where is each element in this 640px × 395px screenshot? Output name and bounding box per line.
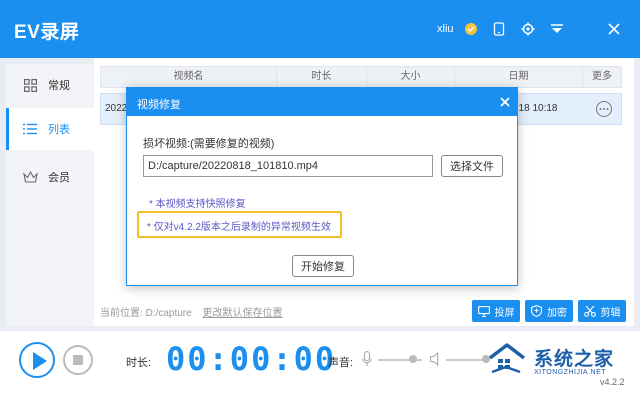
path-label: 当前位置:	[100, 308, 143, 319]
vip-coin-icon[interactable]	[461, 19, 481, 39]
watermark: 系统之家 XITONGZHIJIA.NET	[480, 336, 640, 386]
sidebar-item-member[interactable]: 会员	[6, 156, 94, 198]
dialog-header: 视频修复	[127, 88, 517, 116]
choose-file-button[interactable]: 选择文件	[441, 155, 503, 177]
dialog-title: 视频修复	[137, 99, 181, 111]
column-header-more: 更多	[592, 71, 612, 82]
microphone-volume-knob[interactable]	[409, 355, 417, 363]
share-screen-label: 投屏	[494, 307, 515, 319]
title-bar: EV录屏 xliu	[0, 0, 640, 58]
sidebar-item-general[interactable]: 常规	[6, 64, 94, 106]
microphone-icon[interactable]	[362, 351, 372, 367]
sidebar-item-label: 常规	[48, 80, 70, 92]
change-save-path-link[interactable]: 更改默认保存位置	[202, 308, 282, 319]
grid-icon	[22, 77, 38, 93]
dialog-close-icon[interactable]	[497, 94, 513, 110]
list-icon	[22, 121, 38, 137]
watermark-subtitle: XITONGZHIJIA.NET	[534, 369, 607, 376]
app-title: EV录屏	[14, 22, 80, 43]
recording-timer: 00:00:00	[166, 340, 337, 378]
phone-icon[interactable]	[489, 19, 509, 39]
damaged-video-label: 损坏视频:(需要修复的视频)	[143, 138, 275, 150]
crown-icon	[22, 169, 38, 185]
scissors-icon	[583, 305, 596, 317]
row-date: 818 10:18	[513, 103, 558, 114]
settings-icon[interactable]	[518, 19, 538, 39]
cut-label: 剪辑	[600, 307, 621, 319]
encrypt-button[interactable]: 加密	[525, 300, 573, 322]
watermark-title: 系统之家	[534, 348, 615, 370]
version-limit-note: * 仅对v4.2.2版本之后录制的异常视频生效	[147, 222, 331, 233]
start-repair-button[interactable]: 开始修复	[292, 255, 354, 277]
table-header: 视频名 时长 大小 日期 更多	[100, 66, 622, 88]
menu-dropdown-icon[interactable]	[547, 19, 567, 39]
duration-label: 时长:	[126, 357, 152, 369]
column-header-duration[interactable]: 时长	[277, 67, 367, 87]
sidebar: 常规 列表 会员	[6, 64, 94, 326]
speaker-icon[interactable]	[430, 352, 442, 366]
volume-label: 声音:	[328, 357, 354, 369]
shield-icon	[531, 305, 542, 317]
snapshot-repair-note: * 本视频支持快照修复	[149, 199, 246, 210]
more-options-icon[interactable]	[595, 100, 613, 118]
file-path-input[interactable]	[143, 155, 433, 177]
stop-record-button[interactable]	[63, 345, 93, 375]
video-repair-dialog: 视频修复 损坏视频:(需要修复的视频) 选择文件 * 本视频支持快照修复 * 仅…	[126, 87, 518, 286]
column-header-size[interactable]: 大小	[367, 67, 455, 87]
start-record-button[interactable]	[19, 342, 55, 378]
column-header-date[interactable]: 日期	[455, 67, 583, 87]
sidebar-item-label: 列表	[48, 124, 70, 136]
path-value: D:/capture	[145, 308, 192, 319]
sidebar-item-label: 会员	[48, 172, 70, 184]
sidebar-item-list[interactable]: 列表	[6, 108, 94, 150]
close-window-icon[interactable]	[604, 19, 624, 39]
cut-button[interactable]: 剪辑	[578, 300, 626, 322]
user-name[interactable]: xliu	[437, 23, 454, 35]
monitor-icon	[477, 305, 490, 317]
save-path-bar: 当前位置: D:/capture 更改默认保存位置	[100, 304, 282, 319]
share-screen-button[interactable]: 投屏	[472, 300, 520, 322]
house-logo-icon	[488, 343, 526, 374]
column-header-name[interactable]: 视频名	[101, 67, 277, 87]
encrypt-label: 加密	[547, 307, 567, 319]
